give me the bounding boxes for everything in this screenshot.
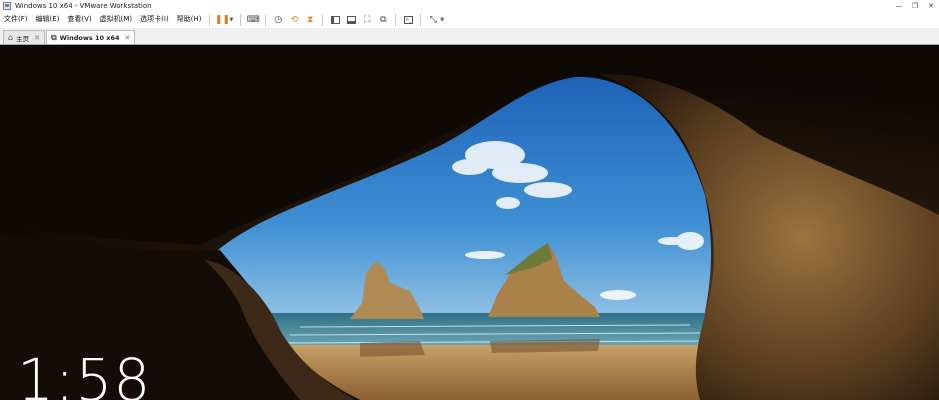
stretch-icon[interactable]: ⤡ [427,14,439,26]
minimize-icon[interactable]: — [891,0,907,11]
home-icon: ⌂ [8,33,14,42]
toolbar-separator [240,13,242,26]
window-controls: — ❐ ✕ [891,0,939,11]
thumbnail-icon[interactable] [345,14,357,26]
menu-tabs[interactable]: 选项卡(I) [136,11,173,28]
unity-icon[interactable]: ⧉ [377,14,389,26]
toolbar-separator [209,13,211,26]
vm-console-screen[interactable]: 1:58 [0,45,939,400]
menu-toolbar: 文件(F) 编辑(E) 查看(V) 虚拟机(M) 选项卡(I) 帮助(H) ❚❚… [0,11,939,28]
close-tab-icon[interactable]: ✕ [34,34,40,42]
tab-label: Windows 10 x64 [59,33,120,42]
vmware-app-icon [3,1,11,10]
toolbar-separator [420,13,422,26]
menu-edit[interactable]: 编辑(E) [32,11,64,28]
pause-icon[interactable]: ❚❚ [215,14,230,26]
tab-windows-10-x64[interactable]: ⧉ Windows 10 x64 ✕ [45,30,136,44]
console-icon[interactable]: >_ [402,14,414,26]
lock-screen-clock: 1:58 [17,346,152,400]
toolbar-separator [395,13,397,26]
tab-bar: ⌂ 主页 ✕ ⧉ Windows 10 x64 ✕ [0,28,939,45]
window-title: Windows 10 x64 - VMware Workstation [15,1,152,10]
menu-help[interactable]: 帮助(H) [173,11,206,28]
close-tab-icon[interactable]: ✕ [125,34,131,42]
show-library-icon[interactable] [329,14,341,26]
snapshot-icon[interactable]: ◷ [272,14,284,26]
menu-file[interactable]: 文件(F) [0,11,32,28]
restore-icon[interactable]: ❐ [907,0,923,11]
toolbar-separator [322,13,324,26]
menu-vm[interactable]: 虚拟机(M) [96,11,137,28]
pause-dropdown-icon[interactable]: ▼ [229,17,233,23]
close-icon[interactable]: ✕ [923,0,939,11]
full-screen-icon[interactable]: ⛶ [361,14,373,26]
menu-view[interactable]: 查看(V) [63,11,95,28]
title-bar: Windows 10 x64 - VMware Workstation — ❐ … [0,0,939,11]
manage-snapshots-icon[interactable]: ⧗ [304,14,316,26]
vm-icon: ⧉ [50,32,57,42]
revert-snapshot-icon[interactable]: ⟲ [288,14,300,26]
send-ctrl-alt-del-icon[interactable]: ⌨ [247,14,260,26]
stretch-dropdown-icon[interactable]: ▼ [440,17,444,23]
tab-label: 主页 [16,34,30,43]
tab-home[interactable]: ⌂ 主页 ✕ [3,30,45,44]
toolbar-separator [265,13,267,26]
